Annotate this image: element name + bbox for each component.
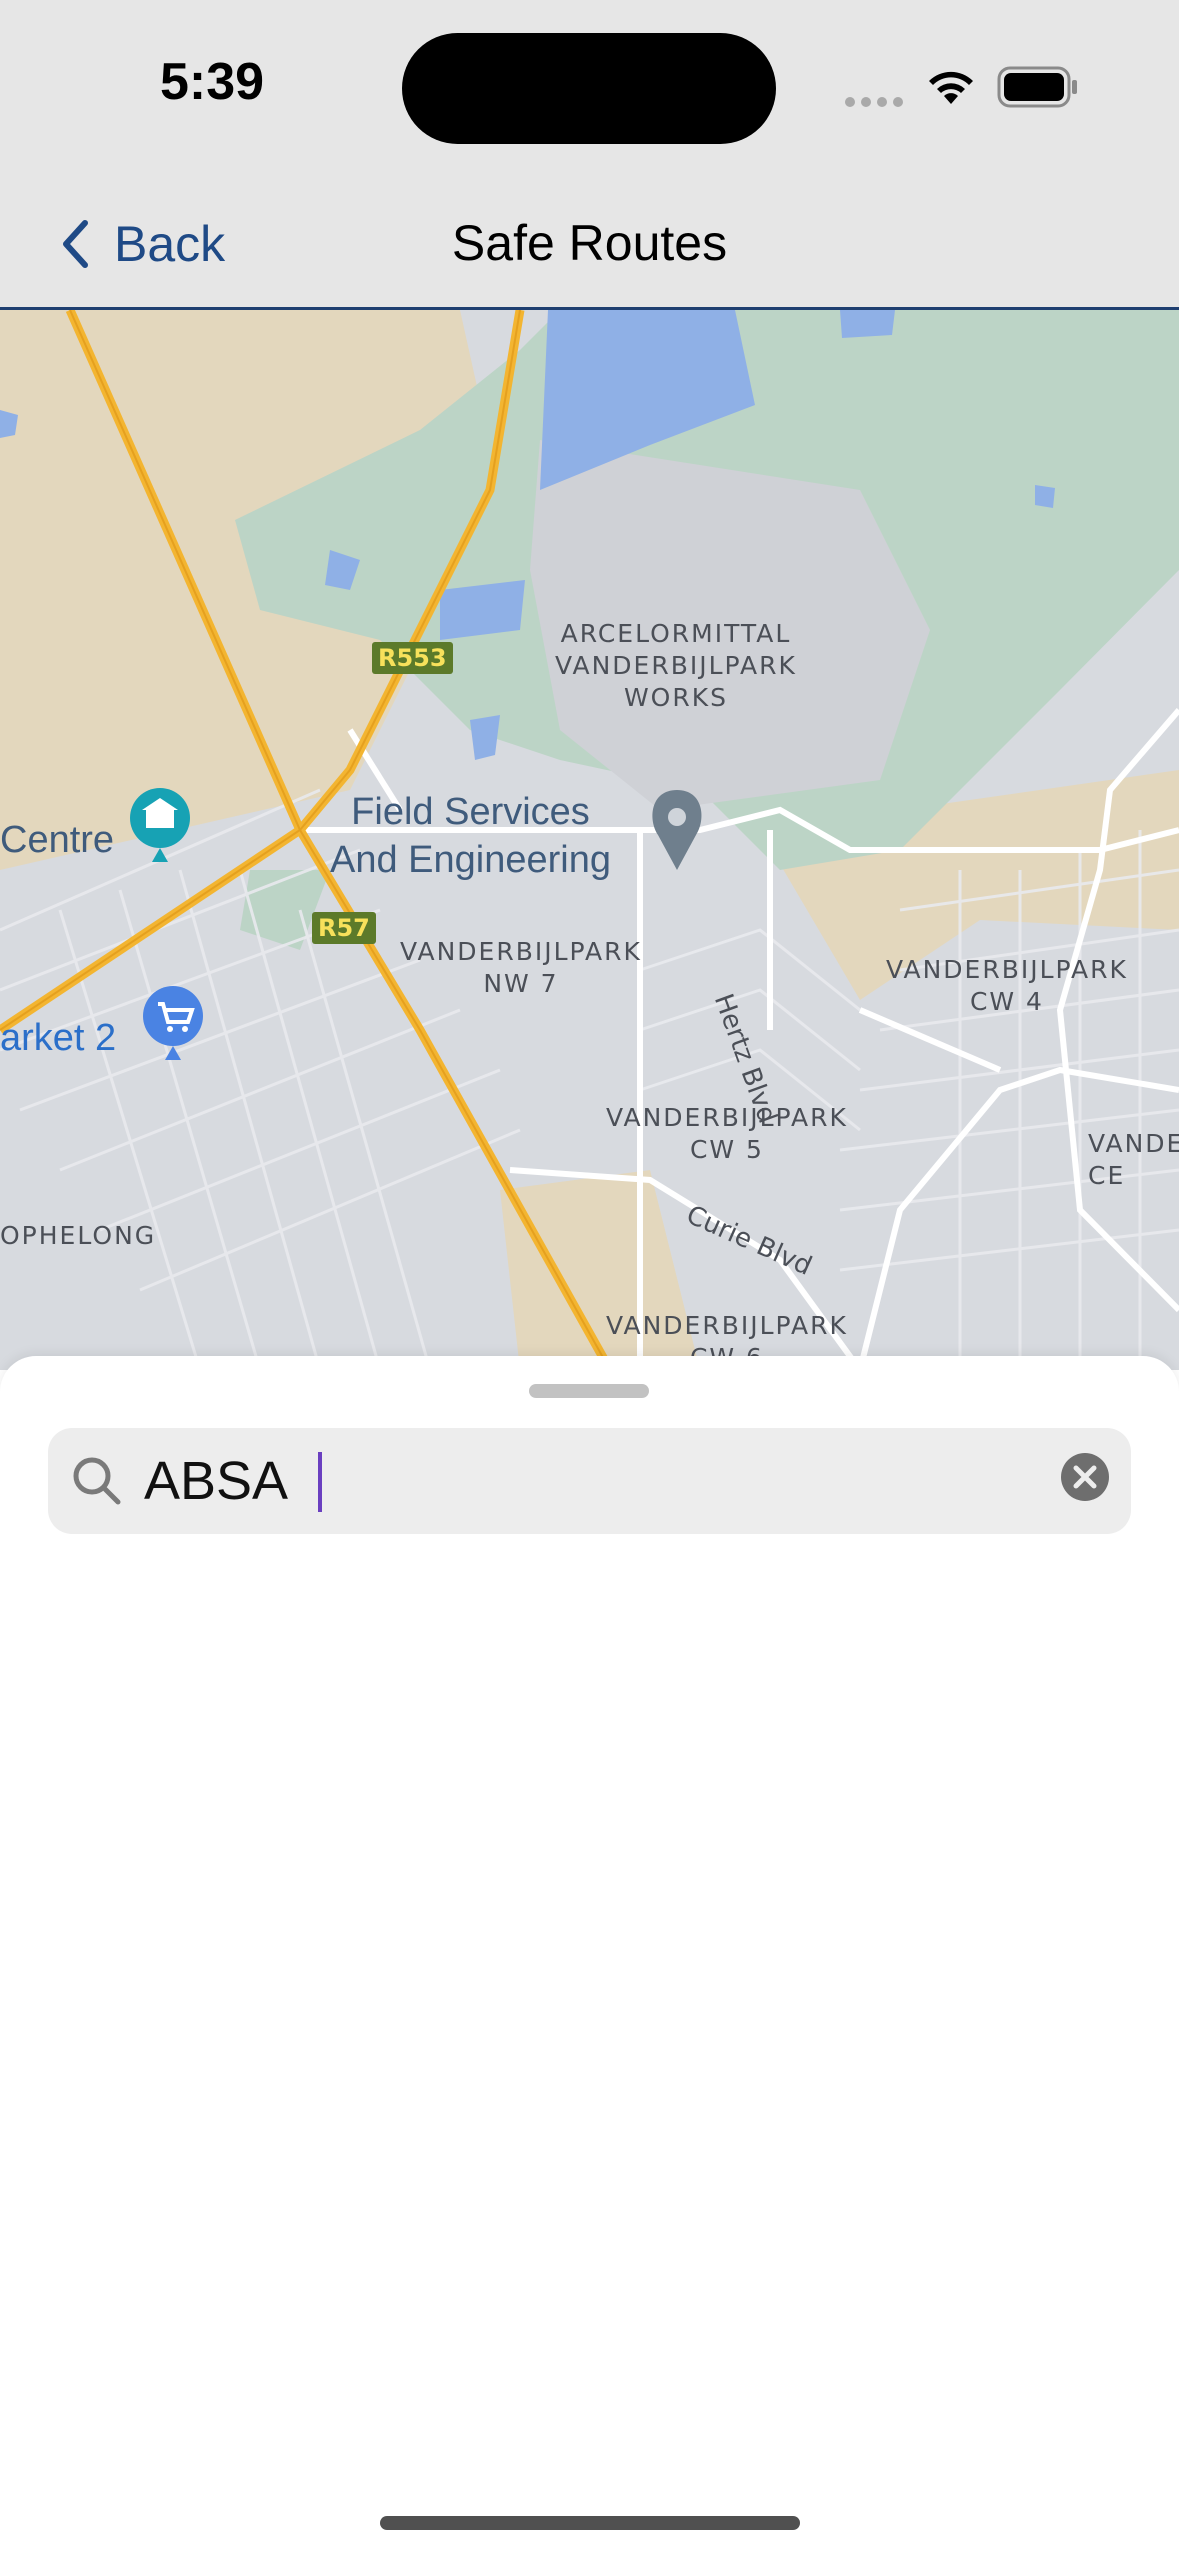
shopping-poi-icon xyxy=(143,986,203,1060)
map-label-ophelong: OPHELONG xyxy=(0,1221,157,1250)
text-caret xyxy=(318,1452,322,1512)
battery-icon xyxy=(997,66,1077,108)
map-label-cw5: VANDERBIJLPARK CW 5 xyxy=(606,1103,848,1164)
map-poi-market[interactable]: arket 2 xyxy=(0,1014,116,1062)
map-poi-field-services[interactable]: Field Services And Engineering xyxy=(330,788,611,884)
cellular-icon xyxy=(845,94,909,112)
map-poi-centre[interactable]: Centre xyxy=(0,816,114,864)
map-label-cw4: VANDERBIJLPARK CW 4 xyxy=(886,955,1128,1016)
status-bar: 5:39 xyxy=(0,0,1179,180)
navigation-bar: Back Safe Routes xyxy=(0,180,1179,310)
road-shield-r553: R553 xyxy=(372,642,453,674)
location-pin-icon xyxy=(652,790,702,870)
map-label-works: ARCELORMITTAL VANDERBIJLPARK WORKS xyxy=(555,619,797,712)
home-indicator[interactable] xyxy=(380,2516,800,2530)
search-input[interactable] xyxy=(144,1428,994,1534)
status-time: 5:39 xyxy=(160,53,265,111)
map-label-nw7: VANDERBIJLPARK NW 7 xyxy=(400,937,642,998)
road-shield-r57: R57 xyxy=(312,912,376,944)
search-bottom-sheet xyxy=(0,1356,1179,2556)
search-icon xyxy=(73,1457,121,1505)
search-bar[interactable] xyxy=(48,1428,1131,1534)
map-view[interactable]: ARCELORMITTAL VANDERBIJLPARK WORKS Field… xyxy=(0,310,1179,1370)
page-title: Safe Routes xyxy=(451,215,728,271)
dynamic-island xyxy=(402,33,776,144)
sheet-grabber[interactable] xyxy=(529,1384,649,1398)
wifi-icon xyxy=(929,71,973,104)
clear-icon[interactable] xyxy=(1060,1452,1110,1502)
map-label-vanderbijl-ce: VANDERB CE xyxy=(1088,1129,1179,1190)
